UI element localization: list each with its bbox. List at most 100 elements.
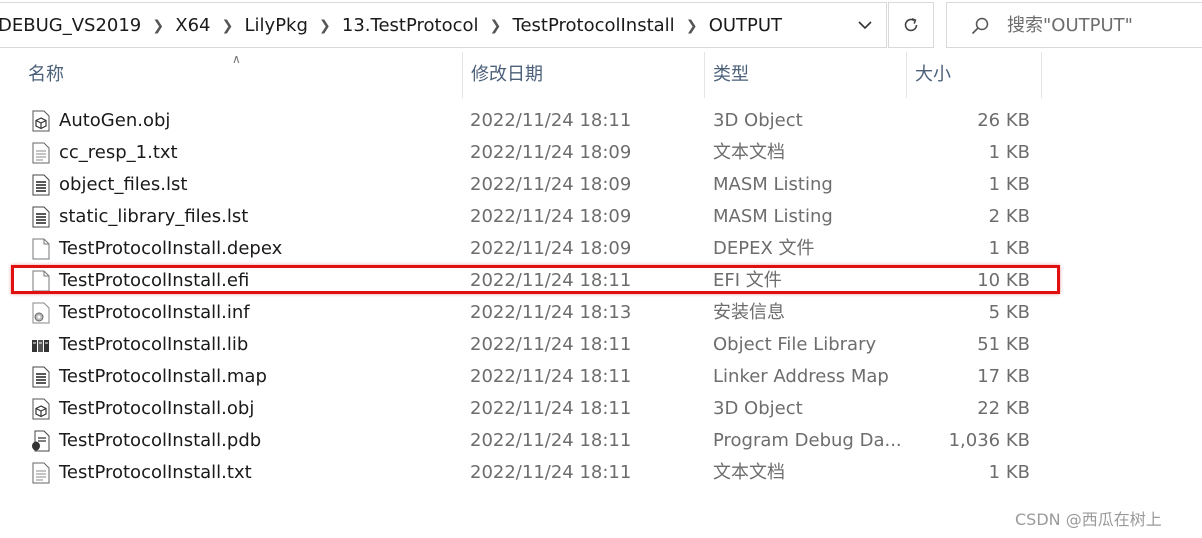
setup-info-icon bbox=[32, 302, 50, 324]
file-size: 51 KB bbox=[977, 334, 1030, 355]
file-type: 安装信息 bbox=[713, 302, 785, 323]
file-modified: 2022/11/24 18:09 bbox=[470, 142, 632, 163]
file-row[interactable]: TestProtocolInstall.obj 2022/11/24 18:11… bbox=[0, 393, 1202, 425]
file-row[interactable]: TestProtocolInstall.txt 2022/11/24 18:11… bbox=[0, 457, 1202, 489]
file-row[interactable]: static_library_files.lst 2022/11/24 18:0… bbox=[0, 201, 1202, 233]
column-header-type-label: 类型 bbox=[713, 64, 749, 85]
address-bar[interactable]: DEBUG_VS2019 ❯ X64 ❯ LilyPkg ❯ 13.TestPr… bbox=[0, 2, 887, 48]
file-modified: 2022/11/24 18:11 bbox=[470, 462, 632, 483]
column-header-size-label: 大小 bbox=[915, 64, 951, 85]
file-size: 2 KB bbox=[988, 206, 1030, 227]
3d-object-icon bbox=[32, 110, 50, 132]
file-list: AutoGen.obj 2022/11/24 18:11 3D Object 2… bbox=[0, 105, 1202, 489]
file-modified: 2022/11/24 18:11 bbox=[470, 398, 632, 419]
file-name: TestProtocolInstall.obj bbox=[59, 398, 255, 419]
file-row[interactable]: TestProtocolInstall.map 2022/11/24 18:11… bbox=[0, 361, 1202, 393]
search-input[interactable]: 搜索"OUTPUT" bbox=[1007, 3, 1133, 49]
breadcrumb: DEBUG_VS2019 ❯ X64 ❯ LilyPkg ❯ 13.TestPr… bbox=[0, 3, 790, 47]
file-modified: 2022/11/24 18:11 bbox=[470, 270, 632, 291]
file-name: TestProtocolInstall.txt bbox=[59, 462, 252, 483]
file-size: 17 KB bbox=[977, 366, 1030, 387]
file-row[interactable]: TestProtocolInstall.depex 2022/11/24 18:… bbox=[0, 233, 1202, 265]
file-type: 3D Object bbox=[713, 110, 803, 131]
breadcrumb-item-x64[interactable]: X64 bbox=[167, 3, 218, 47]
file-size: 1,036 KB bbox=[948, 430, 1030, 451]
file-size: 1 KB bbox=[988, 142, 1030, 163]
file-row[interactable]: cc_resp_1.txt 2022/11/24 18:09 文本文档 1 KB bbox=[0, 137, 1202, 169]
column-divider[interactable] bbox=[1041, 52, 1042, 98]
blank-file-icon bbox=[32, 238, 50, 260]
file-type: MASM Listing bbox=[713, 174, 833, 195]
file-name: TestProtocolInstall.efi bbox=[59, 270, 250, 291]
file-size: 26 KB bbox=[977, 110, 1030, 131]
blank-file-icon bbox=[32, 270, 50, 292]
chevron-right-icon[interactable]: ❯ bbox=[487, 3, 505, 47]
file-row[interactable]: AutoGen.obj 2022/11/24 18:11 3D Object 2… bbox=[0, 105, 1202, 137]
column-header-modified[interactable]: 修改日期 bbox=[463, 52, 703, 98]
column-header-name[interactable]: 名称 bbox=[0, 52, 462, 98]
file-type: MASM Listing bbox=[713, 206, 833, 227]
file-modified: 2022/11/24 18:13 bbox=[470, 302, 632, 323]
chevron-right-icon[interactable]: ❯ bbox=[683, 3, 701, 47]
listing-file-icon bbox=[32, 206, 50, 228]
search-box[interactable]: 搜索"OUTPUT" bbox=[946, 2, 1202, 48]
file-type: EFI 文件 bbox=[713, 270, 782, 291]
file-name: TestProtocolInstall.map bbox=[59, 366, 267, 387]
file-type: 文本文档 bbox=[713, 142, 785, 163]
column-header-name-label: 名称 bbox=[28, 64, 64, 85]
file-modified: 2022/11/24 18:11 bbox=[470, 430, 632, 451]
file-modified: 2022/11/24 18:09 bbox=[470, 238, 632, 259]
file-modified: 2022/11/24 18:09 bbox=[470, 206, 632, 227]
file-row[interactable]: TestProtocolInstall.lib 2022/11/24 18:11… bbox=[0, 329, 1202, 361]
column-header-type[interactable]: 类型 bbox=[705, 52, 905, 98]
chevron-right-icon[interactable]: ❯ bbox=[219, 3, 237, 47]
address-history-dropdown[interactable] bbox=[844, 3, 886, 47]
breadcrumb-item-testprotocolinstall[interactable]: TestProtocolInstall bbox=[505, 3, 683, 47]
file-name: TestProtocolInstall.inf bbox=[59, 302, 250, 323]
listing-file-icon bbox=[32, 174, 50, 196]
file-modified: 2022/11/24 18:11 bbox=[470, 110, 632, 131]
file-type: Linker Address Map bbox=[713, 366, 889, 387]
refresh-button[interactable] bbox=[888, 2, 934, 48]
file-size: 5 KB bbox=[988, 302, 1030, 323]
file-row[interactable]: TestProtocolInstall.pdb 2022/11/24 18:11… bbox=[0, 425, 1202, 457]
file-name: TestProtocolInstall.lib bbox=[59, 334, 249, 355]
file-modified: 2022/11/24 18:11 bbox=[470, 334, 632, 355]
file-size: 1 KB bbox=[988, 462, 1030, 483]
file-name: object_files.lst bbox=[59, 174, 188, 195]
file-type: DEPEX 文件 bbox=[713, 238, 815, 259]
chevron-down-icon bbox=[858, 20, 872, 29]
file-size: 1 KB bbox=[988, 238, 1030, 259]
file-row[interactable]: TestProtocolInstall.efi 2022/11/24 18:11… bbox=[0, 265, 1202, 297]
file-type: Object File Library bbox=[713, 334, 877, 355]
library-file-icon bbox=[32, 340, 49, 352]
text-file-icon bbox=[32, 142, 50, 164]
file-modified: 2022/11/24 18:11 bbox=[470, 366, 632, 387]
search-icon bbox=[971, 17, 989, 35]
file-name: TestProtocolInstall.depex bbox=[59, 238, 283, 259]
watermark: CSDN @西瓜在树上 bbox=[1015, 510, 1162, 529]
chevron-right-icon[interactable]: ❯ bbox=[316, 3, 334, 47]
file-row[interactable]: object_files.lst 2022/11/24 18:09 MASM L… bbox=[0, 169, 1202, 201]
breadcrumb-item-testprotocol[interactable]: 13.TestProtocol bbox=[334, 3, 487, 47]
file-type: 文本文档 bbox=[713, 462, 785, 483]
file-row[interactable]: TestProtocolInstall.inf 2022/11/24 18:13… bbox=[0, 297, 1202, 329]
column-header-size[interactable]: 大小 bbox=[907, 52, 1041, 98]
3d-object-icon bbox=[32, 398, 50, 420]
file-name: AutoGen.obj bbox=[59, 110, 171, 131]
breadcrumb-item-lilypkg[interactable]: LilyPkg bbox=[237, 3, 316, 47]
refresh-icon bbox=[904, 18, 918, 32]
file-size: 10 KB bbox=[977, 270, 1030, 291]
file-size: 22 KB bbox=[977, 398, 1030, 419]
file-modified: 2022/11/24 18:09 bbox=[470, 174, 632, 195]
file-size: 1 KB bbox=[988, 174, 1030, 195]
breadcrumb-item-output[interactable]: OUTPUT bbox=[701, 3, 790, 47]
chevron-right-icon[interactable]: ❯ bbox=[149, 3, 167, 47]
listing-file-icon bbox=[32, 366, 50, 388]
file-name: static_library_files.lst bbox=[59, 206, 249, 227]
file-name: cc_resp_1.txt bbox=[59, 142, 178, 163]
breadcrumb-item-debug[interactable]: DEBUG_VS2019 bbox=[0, 3, 149, 47]
debug-db-icon bbox=[32, 430, 50, 452]
file-type: Program Debug Da... bbox=[713, 430, 902, 451]
text-file-icon bbox=[32, 462, 50, 484]
